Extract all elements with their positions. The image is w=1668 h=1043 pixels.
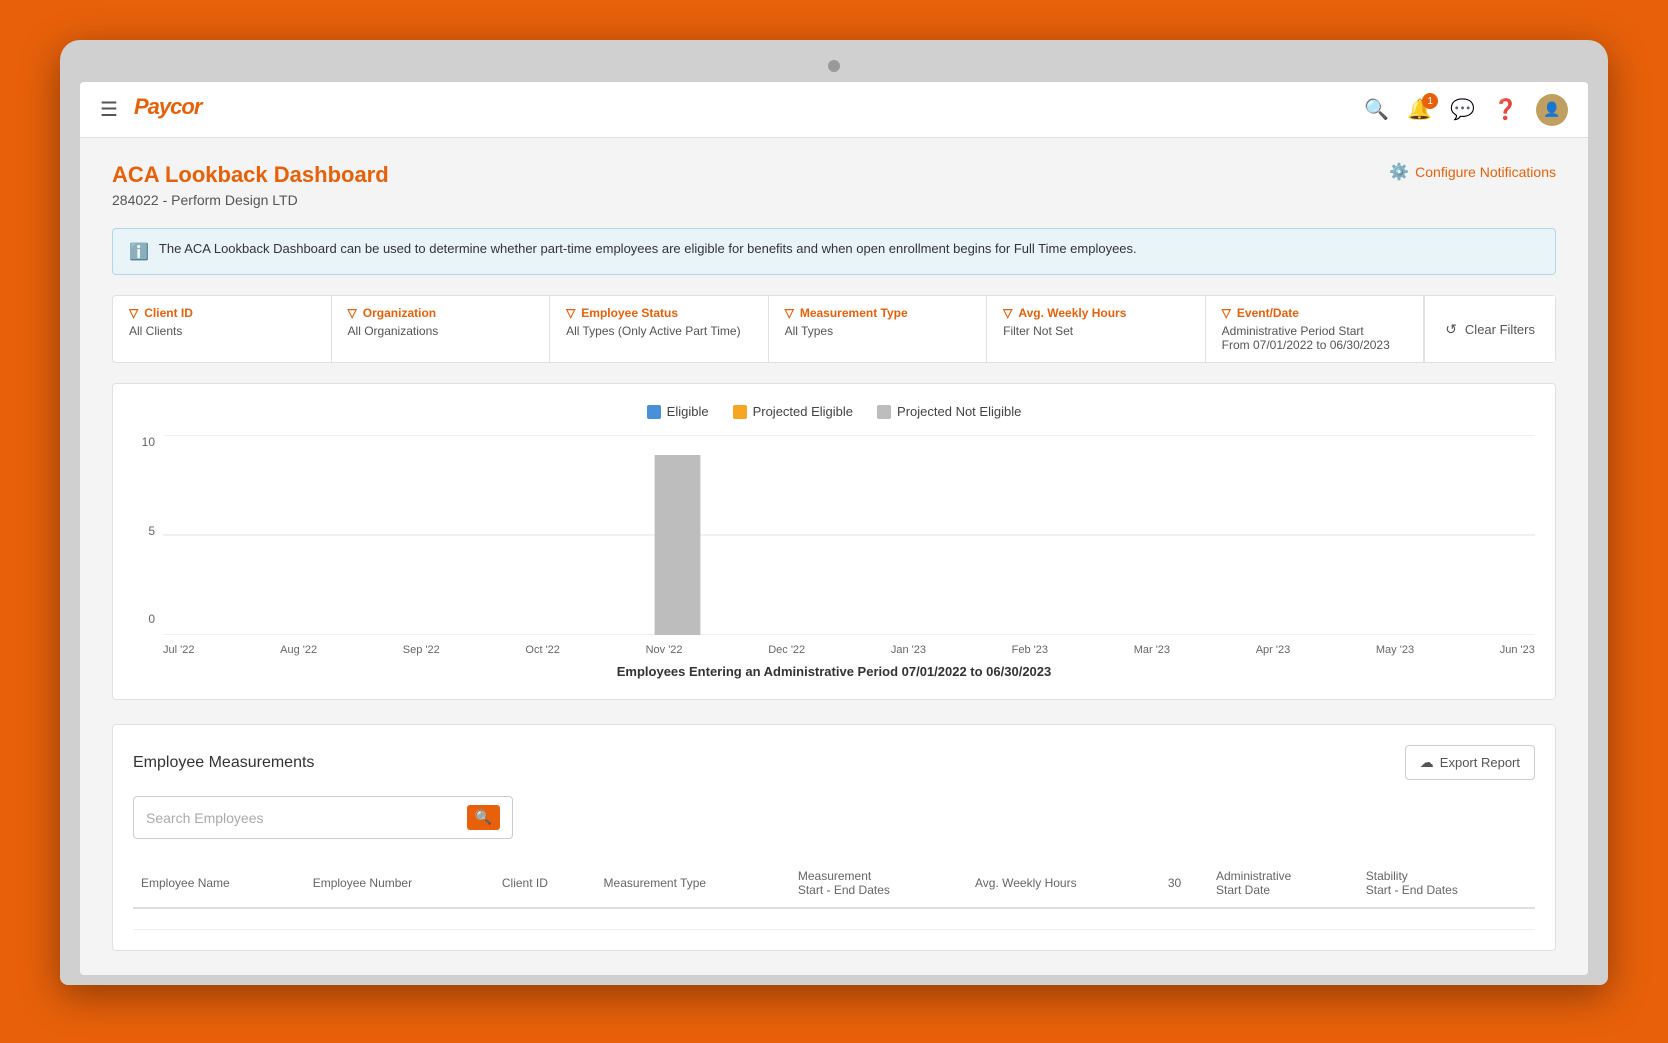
camera [828,60,840,72]
legend-eligible: Eligible [647,404,709,419]
legend-projected-not-eligible: Projected Not Eligible [877,404,1021,419]
chart-plot-area: Jul '22 Aug '22 Sep '22 Oct '22 Nov '22 … [163,435,1535,656]
svg-text:Paycor: Paycor [134,94,204,119]
help-icon[interactable]: ❓ [1493,97,1518,122]
page-title: ACA Lookback Dashboard [112,162,389,188]
filters-bar: ▽ Client ID All Clients ▽ Organization A… [112,295,1556,363]
col-client-id: Client ID [494,859,596,908]
main-content: ACA Lookback Dashboard 284022 - Perform … [80,138,1588,975]
search-input[interactable] [146,810,467,826]
screen: ☰ Paycor 🔍 🔔 1 💬 ❓ 👤 [80,82,1588,975]
measurements-header: Employee Measurements ☁ Export Report [133,745,1535,780]
laptop-frame: ☰ Paycor 🔍 🔔 1 💬 ❓ 👤 [60,40,1608,985]
filter-measurement-type[interactable]: ▽ Measurement Type All Types [769,296,988,362]
x-axis-labels: Jul '22 Aug '22 Sep '22 Oct '22 Nov '22 … [163,644,1535,656]
measurements-title: Employee Measurements [133,754,314,772]
export-report-button[interactable]: ☁ Export Report [1405,745,1535,780]
clear-filters-button[interactable]: ↺ Clear Filters [1424,296,1555,362]
table-row [133,908,1535,930]
avatar[interactable]: 👤 [1536,94,1568,126]
bar-nov22 [655,455,701,635]
chart-legend: Eligible Projected Eligible Projected No… [133,404,1535,419]
col-employee-number: Employee Number [305,859,494,908]
topbar: ☰ Paycor 🔍 🔔 1 💬 ❓ 👤 [80,82,1588,138]
col-30: 30 [1160,859,1208,908]
filter-funnel-icon-4: ▽ [785,306,794,320]
projected-not-eligible-dot [877,405,891,419]
configure-notifications-button[interactable]: ⚙️ Configure Notifications [1389,162,1556,182]
measurements-section: Employee Measurements ☁ Export Report 🔍 [112,724,1556,951]
filter-funnel-icon-6: ▽ [1222,306,1231,320]
topbar-left: ☰ Paycor [100,92,1364,128]
search-bar: 🔍 [133,796,513,839]
topbar-right: 🔍 🔔 1 💬 ❓ 👤 [1364,94,1568,126]
col-measurement-dates: MeasurementStart - End Dates [790,859,967,908]
col-employee-name: Employee Name [133,859,305,908]
export-icon: ☁ [1420,754,1434,771]
page-header: ACA Lookback Dashboard 284022 - Perform … [112,162,1556,208]
y-axis: 0 5 10 [133,435,163,656]
info-banner: ℹ️ The ACA Lookback Dashboard can be use… [112,228,1556,275]
table-body [133,908,1535,930]
refresh-icon: ↺ [1445,321,1457,338]
chart-x-label: Employees Entering an Administrative Per… [133,664,1535,679]
search-icon[interactable]: 🔍 [1364,97,1389,122]
info-icon: ℹ️ [129,242,149,262]
projected-eligible-dot [733,405,747,419]
eligible-dot [647,405,661,419]
employee-table: Employee Name Employee Number Client ID … [133,859,1535,930]
col-measurement-type: Measurement Type [596,859,790,908]
notification-icon[interactable]: 🔔 1 [1407,97,1432,122]
chat-icon[interactable]: 💬 [1450,97,1475,122]
filter-organization[interactable]: ▽ Organization All Organizations [332,296,551,362]
paycor-logo: Paycor [134,92,234,128]
notification-badge: 1 [1422,93,1438,109]
chart-svg [163,435,1535,635]
table-header: Employee Name Employee Number Client ID … [133,859,1535,908]
gear-icon: ⚙️ [1389,162,1409,182]
filter-funnel-icon-2: ▽ [348,306,357,320]
filter-funnel-icon-5: ▽ [1003,306,1012,320]
filter-client-id[interactable]: ▽ Client ID All Clients [113,296,332,362]
filter-funnel-icon: ▽ [129,306,138,320]
col-avg-weekly-hours: Avg. Weekly Hours [967,859,1160,908]
filter-funnel-icon-3: ▽ [566,306,575,320]
page-title-block: ACA Lookback Dashboard 284022 - Perform … [112,162,389,208]
col-admin-start-date: AdministrativeStart Date [1208,859,1358,908]
filter-employee-status[interactable]: ▽ Employee Status All Types (Only Active… [550,296,769,362]
table-container: Employee Name Employee Number Client ID … [133,859,1535,930]
chart-container: Eligible Projected Eligible Projected No… [112,383,1556,700]
search-button[interactable]: 🔍 [467,805,500,830]
filter-avg-weekly-hours[interactable]: ▽ Avg. Weekly Hours Filter Not Set [987,296,1206,362]
hamburger-icon[interactable]: ☰ [100,97,118,122]
filter-event-date[interactable]: ▽ Event/Date Administrative Period Start… [1206,296,1425,362]
legend-projected-eligible: Projected Eligible [733,404,853,419]
col-stability-dates: StabilityStart - End Dates [1358,859,1535,908]
page-subtitle: 284022 - Perform Design LTD [112,192,389,208]
